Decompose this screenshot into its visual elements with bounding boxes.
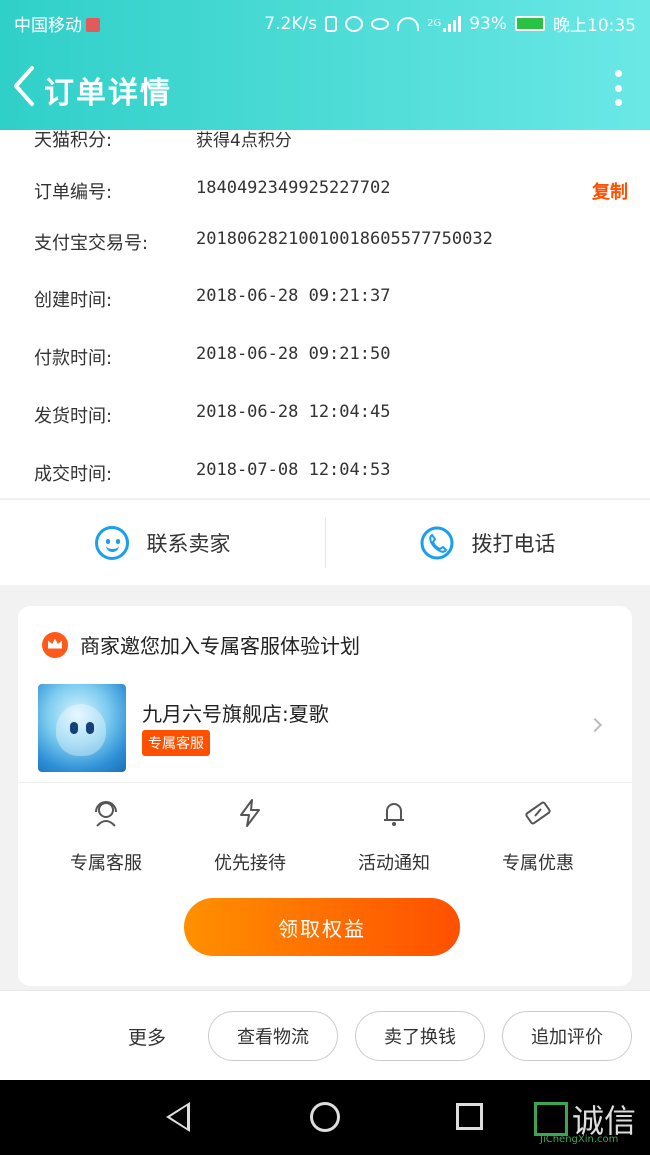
copy-button[interactable]: 复制: [592, 178, 628, 204]
detail-row-points: 天猫积分: 获得4点积分: [0, 130, 650, 156]
perk-notification: 活动通知: [322, 798, 466, 878]
perk-label: 优先接待: [214, 853, 286, 874]
vibrate-icon: [325, 15, 338, 32]
bell-icon: [384, 803, 404, 826]
page-title: 订单详情: [44, 76, 172, 111]
detail-label: 订单编号:: [34, 182, 113, 203]
nav-header: 订单详情: [0, 44, 650, 130]
detail-label: 成交时间:: [34, 464, 113, 485]
call-phone-button[interactable]: 拨打电话: [325, 500, 650, 586]
watermark-subtext: JiChengXin.com: [540, 1134, 619, 1145]
phone-icon: [420, 526, 453, 560]
carrier-text: 中国移动: [14, 16, 82, 36]
claim-benefits-button[interactable]: 领取权益: [184, 898, 460, 956]
detail-row-alipay-number: 支付宝交易号: 20180628210010018605577750032: [0, 219, 650, 259]
net-speed: 7.2K/s: [264, 13, 318, 34]
detail-label: 付款时间:: [34, 348, 113, 369]
perk-label: 专属客服: [70, 853, 142, 874]
card-title: 商家邀您加入专属客服体验计划: [42, 630, 360, 659]
order-details: 天猫积分: 获得4点积分 订单编号: 1840492349925227702 复…: [0, 130, 650, 498]
detail-label: 支付宝交易号:: [34, 233, 149, 254]
card-title-text: 商家邀您加入专属客服体验计划: [80, 634, 360, 658]
watermark-box-icon: [534, 1102, 568, 1136]
more-actions-button[interactable]: 更多: [128, 1023, 166, 1050]
lightning-icon: [240, 799, 260, 827]
detail-row-completed: 成交时间: 2018-07-08 12:04:53: [0, 450, 650, 490]
detail-label: 发货时间:: [34, 406, 113, 427]
vip-service-card: 商家邀您加入专属客服体验计划 九月六号旗舰店:夏歌 专属客服 专属客服 优先接待…: [18, 606, 632, 986]
system-nav-bar: 诚信 JiChengXin.com: [0, 1080, 650, 1155]
nav-recent-apps-icon[interactable]: [456, 1103, 483, 1130]
resell-button[interactable]: 卖了换钱: [355, 1011, 485, 1061]
status-bar: 中国移动 7.2K/s 2G 93% 晚上10:35: [0, 0, 650, 44]
perk-label: 专属优惠: [502, 853, 574, 874]
call-phone-label: 拨打电话: [471, 532, 556, 556]
perk-discount: 专属优惠: [466, 798, 610, 878]
detail-row-shipped: 发货时间: 2018-06-28 12:04:45: [0, 392, 650, 432]
wifi-icon: [397, 16, 420, 31]
carrier-label: 中国移动: [14, 11, 100, 36]
sim-icon: [86, 18, 100, 32]
detail-row-paid: 付款时间: 2018-06-28 09:21:50: [0, 334, 650, 374]
app-header-area: 中国移动 7.2K/s 2G 93% 晚上10:35 订单详情: [0, 0, 650, 130]
nav-home-icon[interactable]: [310, 1102, 340, 1132]
detail-value: 1840492349925227702: [196, 178, 391, 198]
card-divider: [18, 782, 632, 783]
order-action-bar: 更多 查看物流 卖了换钱 追加评价: [0, 990, 650, 1080]
detail-value: 2018-06-28 09:21:37: [196, 286, 391, 306]
detail-value: 2018-06-28 12:04:45: [196, 402, 391, 422]
more-menu-icon[interactable]: [612, 70, 624, 106]
detail-row-created: 创建时间: 2018-06-28 09:21:37: [0, 276, 650, 316]
detail-value: 2018-06-28 09:21:50: [196, 344, 391, 364]
status-right: 7.2K/s 2G 93% 晚上10:35: [264, 11, 636, 37]
shop-logo[interactable]: [38, 684, 126, 772]
detail-label: 创建时间:: [34, 290, 113, 311]
detail-value: 20180628210010018605577750032: [196, 229, 493, 249]
contact-seller-label: 联系卖家: [146, 532, 231, 556]
contact-bar: 联系卖家 拨打电话: [0, 499, 650, 585]
perk-label: 活动通知: [358, 853, 430, 874]
headset-icon: [95, 801, 117, 827]
shop-name[interactable]: 九月六号旗舰店:夏歌: [142, 698, 329, 727]
perk-priority: 优先接待: [178, 798, 322, 878]
view-logistics-button[interactable]: 查看物流: [208, 1011, 338, 1061]
contact-seller-button[interactable]: 联系卖家: [0, 500, 325, 586]
detail-row-order-number: 订单编号: 1840492349925227702 复制: [0, 168, 650, 208]
shop-tag-badge: 专属客服: [142, 730, 210, 756]
battery-icon: [515, 16, 545, 31]
detail-value: 2018-07-08 12:04:53: [196, 460, 391, 480]
coupon-icon: [525, 801, 551, 825]
eye-icon: [371, 17, 390, 30]
detail-value: 获得4点积分: [196, 131, 292, 151]
chat-face-icon: [94, 526, 129, 560]
chevron-right-icon[interactable]: [587, 717, 603, 733]
battery-percent: 93%: [469, 13, 507, 34]
network-type: 2G: [427, 18, 442, 29]
crown-icon: [42, 631, 68, 658]
perk-exclusive-service: 专属客服: [34, 798, 178, 878]
add-review-button[interactable]: 追加评价: [502, 1011, 632, 1061]
alarm-icon: [345, 15, 364, 32]
nav-back-icon[interactable]: [166, 1102, 190, 1132]
signal-icon: [443, 15, 462, 32]
clock: 晚上10:35: [553, 16, 636, 36]
back-arrow-icon[interactable]: [10, 64, 40, 108]
detail-label: 天猫积分:: [34, 130, 113, 151]
